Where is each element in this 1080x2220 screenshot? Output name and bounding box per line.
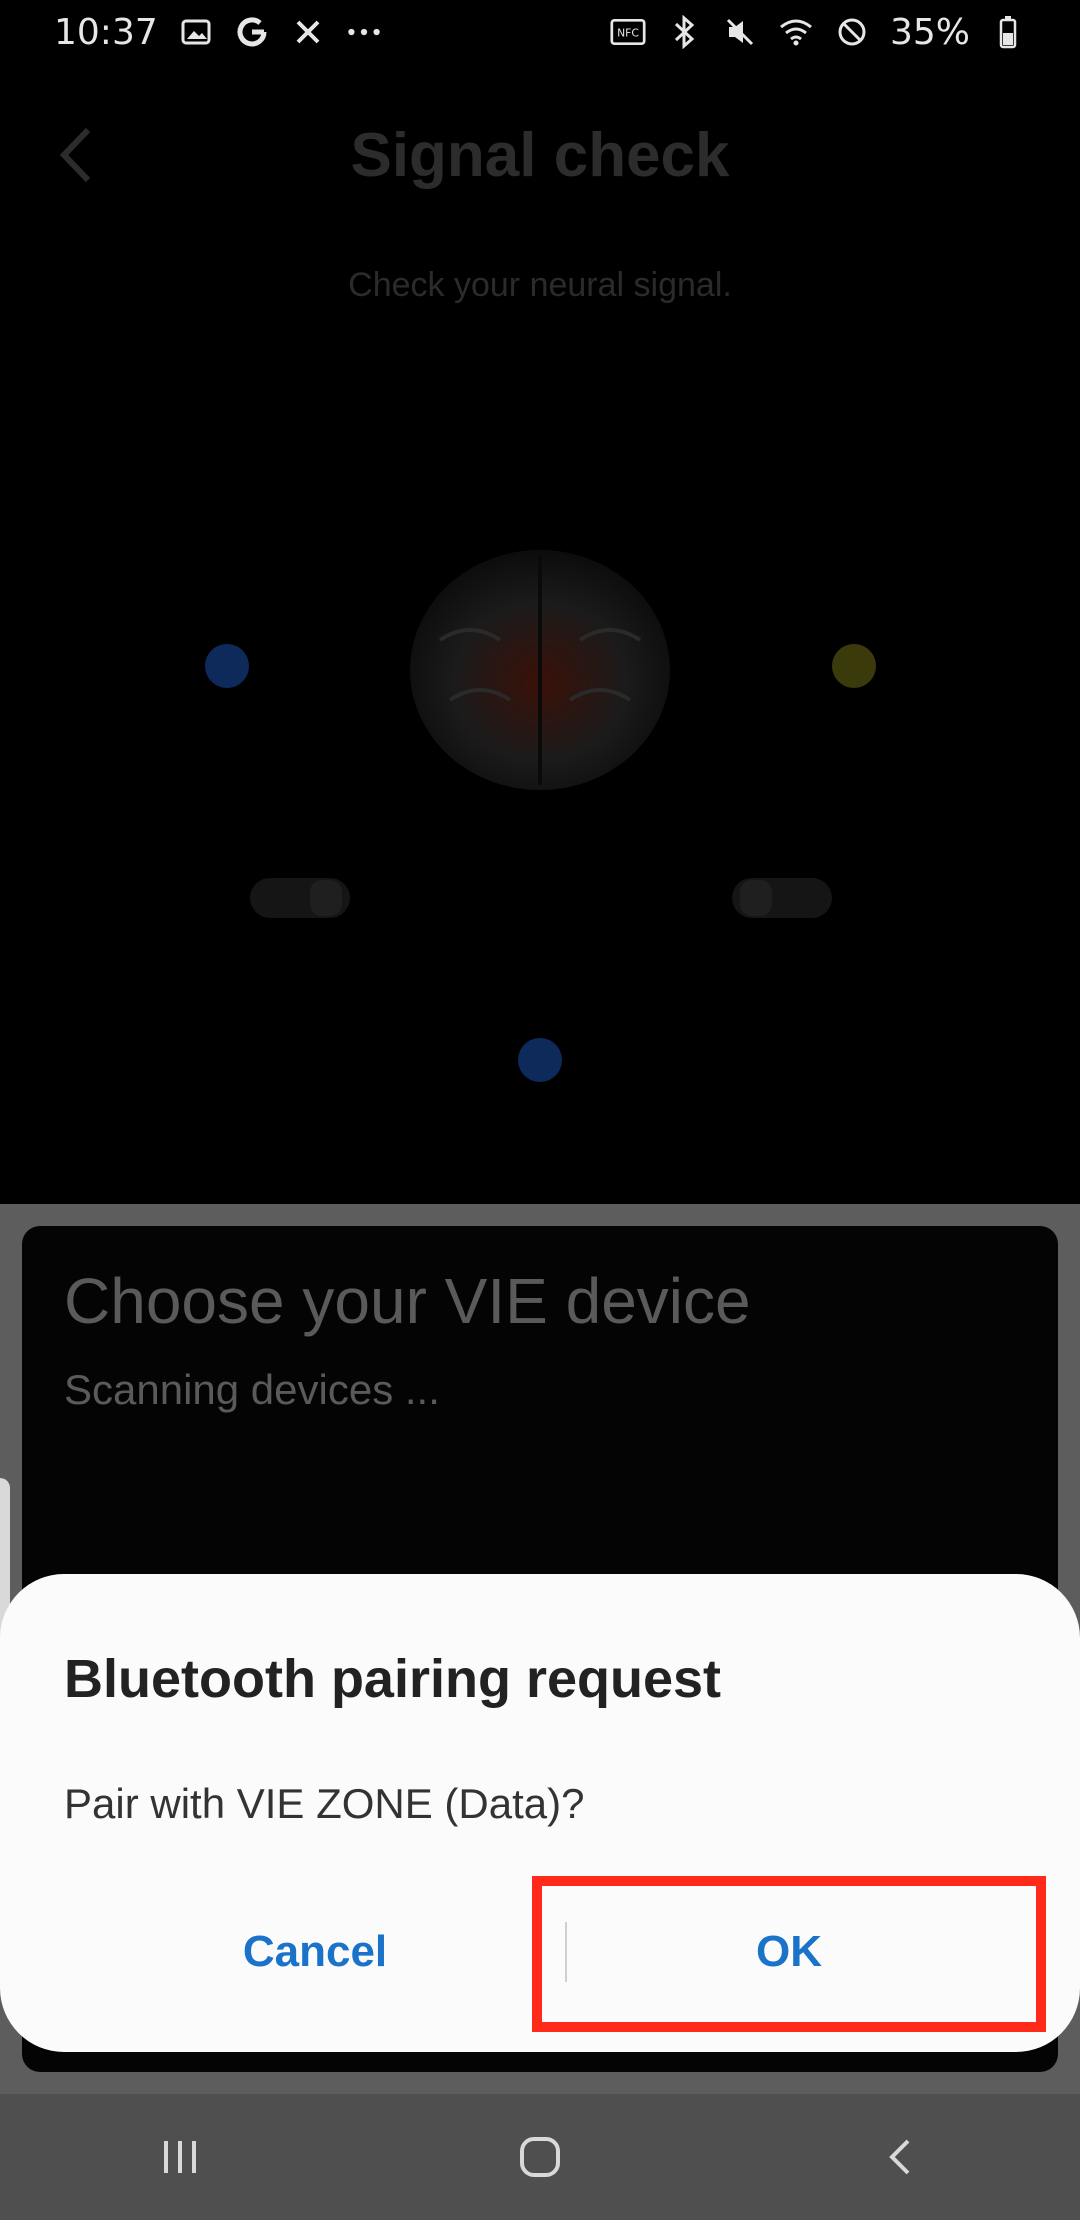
bluetooth-icon — [666, 14, 702, 50]
brain-illustration — [400, 540, 680, 800]
battery-icon — [990, 14, 1026, 50]
status-time: 10:37 — [54, 11, 158, 53]
svg-text:NFC: NFC — [617, 27, 639, 40]
do-not-disturb-icon — [834, 14, 870, 50]
wifi-icon — [778, 14, 814, 50]
home-icon[interactable] — [495, 2112, 585, 2202]
more-dots-icon — [346, 14, 382, 50]
back-icon[interactable] — [855, 2112, 945, 2202]
status-right: NFC 35% — [610, 12, 1026, 53]
recent-apps-icon[interactable] — [135, 2112, 225, 2202]
dialog-title: Bluetooth pairing request — [64, 1649, 722, 1709]
nfc-icon: NFC — [610, 14, 646, 50]
ok-button-highlight — [532, 1876, 1046, 2032]
earbud-right-illustration — [722, 868, 842, 928]
sensor-check-bottom — [518, 1038, 562, 1082]
sensor-check-left — [205, 644, 249, 688]
tools-icon — [290, 14, 326, 50]
gallery-icon — [178, 14, 214, 50]
earbud-left-illustration — [240, 868, 360, 928]
battery-text: 35% — [889, 11, 970, 53]
sensor-check-right — [832, 644, 876, 688]
dialog-message: Pair with VIE ZONE (Data)? — [64, 1780, 585, 1827]
page-title: Signal check — [350, 121, 730, 190]
navigation-bar — [0, 2094, 1080, 2220]
cancel-button[interactable]: Cancel — [70, 1892, 560, 2012]
device-picker-title: Choose your VIE device — [64, 1265, 751, 1337]
google-g-icon — [234, 14, 270, 50]
device-picker-status: Scanning devices ... — [64, 1366, 440, 1413]
mute-icon — [722, 14, 758, 50]
status-left: 10:37 — [54, 12, 382, 53]
page-subtitle: Check your neural signal. — [348, 266, 732, 304]
status-bar: 10:37 NFC 35% — [0, 0, 1080, 64]
